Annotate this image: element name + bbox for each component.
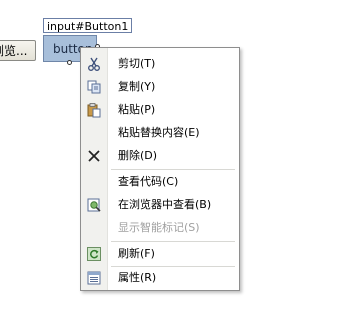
design-surface: 浏览... input#Button1 button 剪切(T) — [0, 0, 345, 312]
delete-x-icon — [86, 148, 102, 164]
browser-preview-icon — [86, 197, 102, 213]
menu-item-paste[interactable]: 粘贴(P) — [81, 99, 239, 121]
menu-item-label: 剪切(T) — [118, 57, 156, 70]
menu-item-label: 刷新(F) — [118, 247, 155, 260]
browse-button-label: 浏览... — [0, 44, 28, 58]
menu-item-label: 删除(D) — [118, 149, 158, 162]
properties-icon — [86, 270, 102, 286]
menu-item-label: 复制(Y) — [118, 80, 156, 93]
menu-item-cut[interactable]: 剪切(T) — [81, 53, 239, 75]
refresh-icon — [86, 246, 102, 262]
menu-item-label: 粘贴(P) — [118, 103, 156, 116]
element-tag-label: input#Button1 — [43, 18, 133, 33]
resize-handle-bottom-left[interactable] — [67, 60, 72, 65]
menu-item-copy[interactable]: 复制(Y) — [81, 76, 239, 98]
menu-item-paste-replace[interactable]: 粘贴替换内容(E) — [81, 122, 239, 144]
menu-item-properties[interactable]: 属性(R) — [81, 267, 239, 289]
menu-item-refresh[interactable]: 刷新(F) — [81, 243, 239, 265]
copy-icon — [86, 79, 102, 95]
menu-separator — [111, 169, 235, 170]
browse-button[interactable]: 浏览... — [0, 40, 36, 61]
menu-item-view-code[interactable]: 查看代码(C) — [81, 171, 239, 193]
scissors-icon — [86, 56, 102, 72]
menu-item-show-smart-tag: 显示智能标记(S) — [81, 217, 239, 239]
paste-icon — [86, 102, 102, 118]
menu-item-view-in-browser[interactable]: 在浏览器中查看(B) — [81, 194, 239, 216]
menu-item-delete[interactable]: 删除(D) — [81, 145, 239, 167]
menu-separator — [111, 241, 235, 242]
menu-item-label: 属性(R) — [118, 271, 157, 284]
menu-item-label: 查看代码(C) — [118, 175, 179, 188]
context-menu: 剪切(T) 复制(Y) 粘贴(P) 粘贴替换内容(E) 删除(D) 查看代码(C… — [80, 47, 240, 291]
menu-item-label: 粘贴替换内容(E) — [118, 126, 200, 139]
menu-item-label: 在浏览器中查看(B) — [118, 198, 212, 211]
menu-item-label: 显示智能标记(S) — [118, 221, 200, 234]
